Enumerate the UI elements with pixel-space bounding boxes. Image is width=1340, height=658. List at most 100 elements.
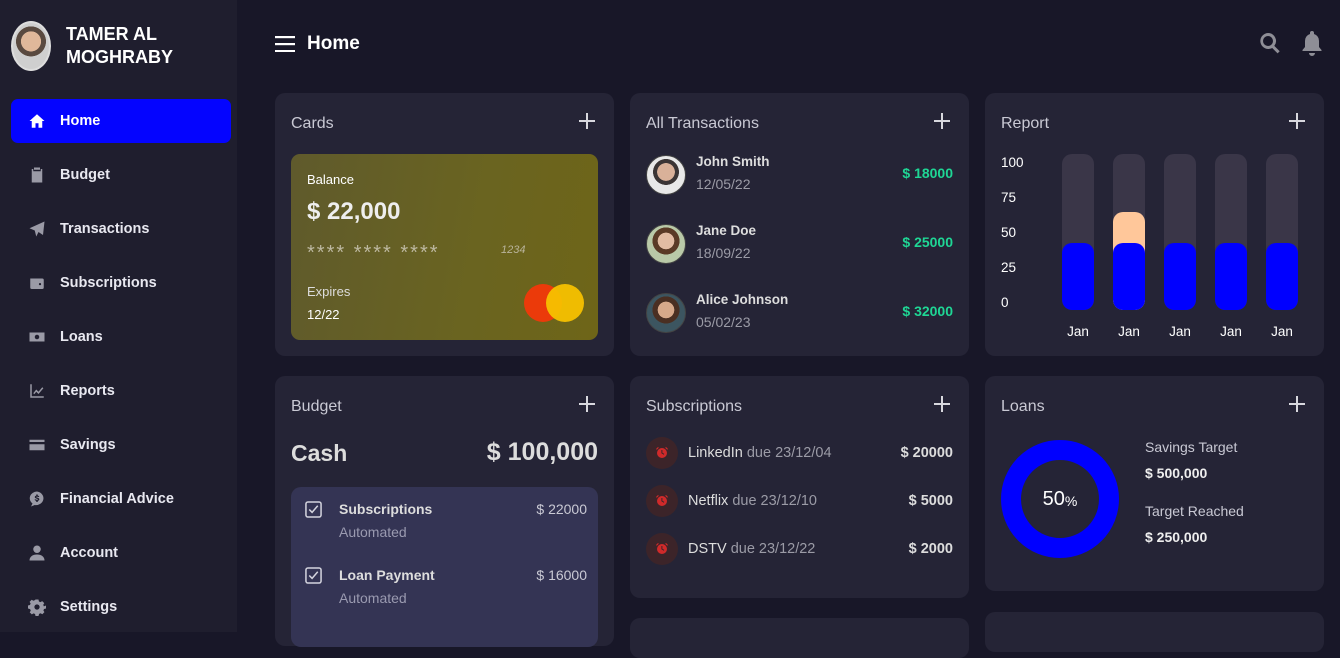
bar[interactable]	[1215, 242, 1247, 310]
x-tick-label: Jan	[1271, 324, 1293, 339]
widget-title: Report	[1001, 115, 1050, 132]
transaction-name: Alice Johnson	[696, 292, 789, 307]
bell-icon[interactable]	[1300, 30, 1324, 61]
subscription-due: due 23/12/22	[730, 541, 816, 557]
subscription-due: due 23/12/10	[732, 493, 817, 509]
budget-item-name: Subscriptions	[339, 501, 433, 517]
sidebar-item-loans[interactable]: Loans	[11, 315, 231, 359]
sidebar-item-financial-advice[interactable]: Financial Advice	[11, 477, 231, 521]
add-icon[interactable]	[1288, 112, 1306, 130]
avatar	[646, 224, 686, 264]
sidebar-item-budget[interactable]: Budget	[11, 153, 231, 197]
bar[interactable]	[1113, 242, 1145, 310]
budget-items-panel: Subscriptions Automated $ 22000 Loan Pay…	[291, 487, 598, 647]
subscription-name: Netflix	[688, 493, 729, 509]
widget-title: Loans	[1001, 398, 1045, 415]
sidebar-item-label: Savings	[60, 437, 116, 453]
y-tick-label: 75	[1001, 190, 1017, 205]
search-icon[interactable]	[1258, 30, 1282, 61]
card-last4: 1234	[501, 244, 526, 256]
budget-item[interactable]: Loan Payment Automated $ 16000	[305, 565, 587, 613]
expires-label: Expires	[307, 284, 351, 299]
user-profile[interactable]: TAMER AL MOGHRABY	[11, 21, 216, 71]
subscription-row[interactable]: Netflix due 23/12/10 $ 5000	[646, 485, 953, 517]
sidebar-item-label: Reports	[60, 383, 115, 399]
bar[interactable]	[1164, 242, 1196, 310]
page-title: Home	[307, 33, 360, 54]
bar-track	[1113, 154, 1145, 310]
x-tick-label: Jan	[1118, 324, 1140, 339]
cash-label: Cash	[291, 440, 348, 466]
sidebar-item-label: Transactions	[60, 221, 150, 237]
alarm-clock-icon	[646, 533, 678, 565]
add-icon[interactable]	[578, 395, 596, 413]
bar[interactable]	[1062, 242, 1094, 310]
y-tick-label: 0	[1001, 295, 1009, 310]
x-tick-label: Jan	[1220, 324, 1242, 339]
sidebar-item-settings[interactable]: Settings	[11, 585, 231, 629]
bar-track	[1164, 154, 1196, 310]
widget-title: Subscriptions	[646, 398, 743, 415]
y-tick-label: 25	[1001, 260, 1017, 275]
add-icon[interactable]	[933, 112, 951, 130]
avatar	[646, 293, 686, 333]
transaction-row[interactable]: John Smith 12/05/22 $ 18000	[646, 152, 953, 198]
budget-item[interactable]: Subscriptions Automated $ 22000	[305, 499, 587, 547]
add-icon[interactable]	[1288, 395, 1306, 413]
sidebar-item-savings[interactable]: Savings	[11, 423, 231, 467]
avatar[interactable]	[11, 21, 51, 71]
user-icon	[27, 543, 47, 563]
gear-icon	[27, 597, 47, 617]
loans-widget: Loans 50% Savings Target $ 500,000 Targe…	[985, 376, 1324, 591]
sidebar-item-reports[interactable]: Reports	[11, 369, 231, 413]
widget-title: Budget	[291, 398, 342, 415]
sidebar-item-label: Account	[60, 545, 118, 561]
y-tick-label: 50	[1001, 225, 1017, 240]
sidebar-item-label: Settings	[60, 599, 118, 615]
budget-item-status: Automated	[339, 524, 407, 540]
subscription-row[interactable]: DSTV due 23/12/22 $ 2000	[646, 533, 953, 565]
subscription-due: due 23/12/04	[746, 445, 832, 461]
subscription-row[interactable]: LinkedIn due 23/12/04 $ 20000	[646, 437, 953, 469]
transaction-name: John Smith	[696, 154, 770, 169]
cards-widget: Cards Balance $ 22,000 **** **** **** 12…	[275, 93, 614, 356]
percent-value: 50	[1042, 487, 1065, 510]
alarm-clock-icon	[646, 485, 678, 517]
alarm-clock-icon	[646, 437, 678, 469]
widget-title: Cards	[291, 115, 334, 132]
bar-track	[1062, 154, 1094, 310]
sidebar-item-subscriptions[interactable]: Subscriptions	[11, 261, 231, 305]
balance-value: $ 22,000	[307, 198, 401, 225]
transaction-row[interactable]: Jane Doe 18/09/22 $ 25000	[646, 221, 953, 267]
clipboard-icon	[27, 165, 47, 185]
budget-widget: Budget Cash $ 100,000 Subscriptions Auto…	[275, 376, 614, 647]
paper-plane-icon	[27, 219, 47, 239]
x-tick-label: Jan	[1169, 324, 1191, 339]
sidebar-nav: Home Budget Transactions Subscriptions L…	[11, 99, 231, 639]
subscription-amount: $ 5000	[908, 493, 953, 509]
bar[interactable]	[1266, 242, 1298, 310]
hamburger-menu-icon[interactable]	[275, 36, 295, 52]
transaction-amount: $ 18000	[902, 165, 953, 181]
y-tick-label: 100	[1001, 155, 1024, 170]
sidebar-item-account[interactable]: Account	[11, 531, 231, 575]
chart-line-icon	[27, 381, 47, 401]
credit-card[interactable]: Balance $ 22,000 **** **** **** 1234 Exp…	[291, 154, 598, 340]
sidebar-item-home[interactable]: Home	[11, 99, 231, 143]
budget-item-amount: $ 22000	[536, 501, 587, 517]
progress-percent: 50%	[1000, 439, 1120, 559]
add-icon[interactable]	[933, 395, 951, 413]
subscription-name-line: DSTV due 23/12/22	[688, 541, 815, 557]
credit-card-icon	[27, 435, 47, 455]
transaction-row[interactable]: Alice Johnson 05/02/23 $ 32000	[646, 290, 953, 336]
subscription-name-line: Netflix due 23/12/10	[688, 493, 817, 509]
transactions-widget: All Transactions John Smith 12/05/22 $ 1…	[630, 93, 969, 356]
subscriptions-widget: Subscriptions LinkedIn due 23/12/04 $ 20…	[630, 376, 969, 598]
x-tick-label: Jan	[1067, 324, 1089, 339]
sidebar-item-label: Subscriptions	[60, 275, 157, 291]
transaction-amount: $ 25000	[902, 234, 953, 250]
widget-placeholder	[630, 618, 969, 658]
sidebar-item-transactions[interactable]: Transactions	[11, 207, 231, 251]
add-icon[interactable]	[578, 112, 596, 130]
sidebar-item-label: Financial Advice	[60, 491, 174, 507]
